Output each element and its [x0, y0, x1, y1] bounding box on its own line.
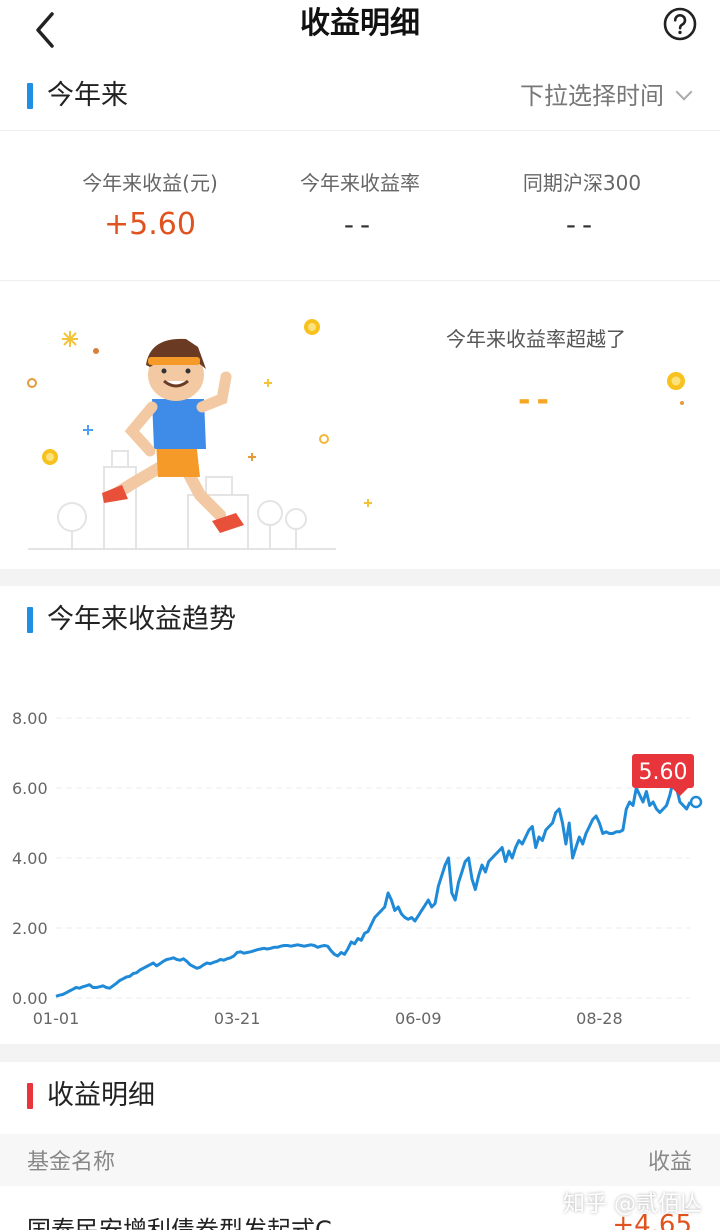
trend-header: 今年来收益趋势: [0, 586, 720, 656]
x-tick-label: 01-01: [33, 1009, 80, 1028]
ytd-stats: 今年来收益(元) +5.60 今年来收益率 -- 同期沪深300 --: [0, 130, 720, 281]
page-title: 收益明细: [300, 6, 420, 41]
value-callout-pointer: [672, 788, 688, 796]
ytd-header: 今年来 下拉选择时间: [0, 62, 720, 132]
section-accent-bar: [27, 83, 33, 109]
top-bar: 收益明细: [0, 0, 720, 62]
x-tick-label: 06-09: [395, 1009, 442, 1028]
stat-value: --: [565, 208, 599, 241]
table-header: 基金名称 收益: [0, 1134, 720, 1186]
y-tick-label: 4.00: [12, 849, 48, 868]
beat-text: 今年来收益率超越了: [446, 327, 626, 351]
col-profit: 收益: [647, 1150, 692, 1175]
x-tick-label: 08-28: [576, 1009, 623, 1028]
page: 收益明细 今年来 下拉选择时间 今年来收益(元) +5.60 今年来收益率 --…: [0, 0, 720, 1230]
y-tick-label: 2.00: [12, 919, 48, 938]
period-picker[interactable]: 下拉选择时间: [520, 78, 693, 114]
stat-return-rate: 今年来收益率 --: [240, 169, 480, 247]
beat-banner: 今年来收益率超越了 --: [0, 280, 720, 569]
last-point-marker: [689, 795, 703, 809]
stat-value: --: [343, 208, 377, 241]
period-picker-label: 下拉选择时间: [520, 82, 664, 110]
stat-value: +5.60: [104, 207, 196, 242]
trend-chart: 0.00 2.00 4.00 6.00 8.00 01-01 03-21 06-09 08-28…: [12, 709, 703, 1028]
stat-profit: 今年来收益(元) +5.60: [30, 169, 270, 247]
fund-row-name[interactable]: 国泰民安增利债券型发起式C: [27, 1210, 332, 1230]
section-accent-bar: [27, 607, 33, 633]
beat-value: --: [518, 383, 555, 418]
help-icon[interactable]: [662, 6, 698, 42]
stat-benchmark: 同期沪深300 --: [462, 169, 702, 247]
series-line: [55, 779, 692, 998]
stat-label: 今年来收益(元): [82, 171, 218, 195]
col-fund-name: 基金名称: [27, 1150, 116, 1175]
runner-illustration: [27, 319, 372, 550]
section-accent-bar: [27, 1083, 33, 1109]
stat-label: 今年来收益率: [300, 171, 420, 195]
y-tick-label: 8.00: [12, 709, 48, 728]
coin-icon: [667, 372, 685, 405]
ytd-title: 今年来: [47, 80, 128, 111]
y-tick-label: 6.00: [12, 779, 48, 798]
trend-title: 今年来收益趋势: [47, 604, 236, 635]
value-callout-label: 5.60: [639, 760, 688, 785]
trend-section: 今年来收益趋势 0.00 2.00 4.00 6.00 8.00 01-01 03-21 06…: [0, 586, 720, 1044]
chevron-down-icon: [675, 83, 693, 101]
stat-label: 同期沪深300: [522, 171, 642, 195]
x-tick-label: 03-21: [214, 1009, 261, 1028]
detail-title: 收益明细: [47, 1080, 155, 1111]
detail-header: 收益明细: [0, 1062, 720, 1132]
watermark: 知乎 @贰佰亾: [563, 1192, 702, 1217]
y-tick-label: 0.00: [12, 989, 48, 1008]
